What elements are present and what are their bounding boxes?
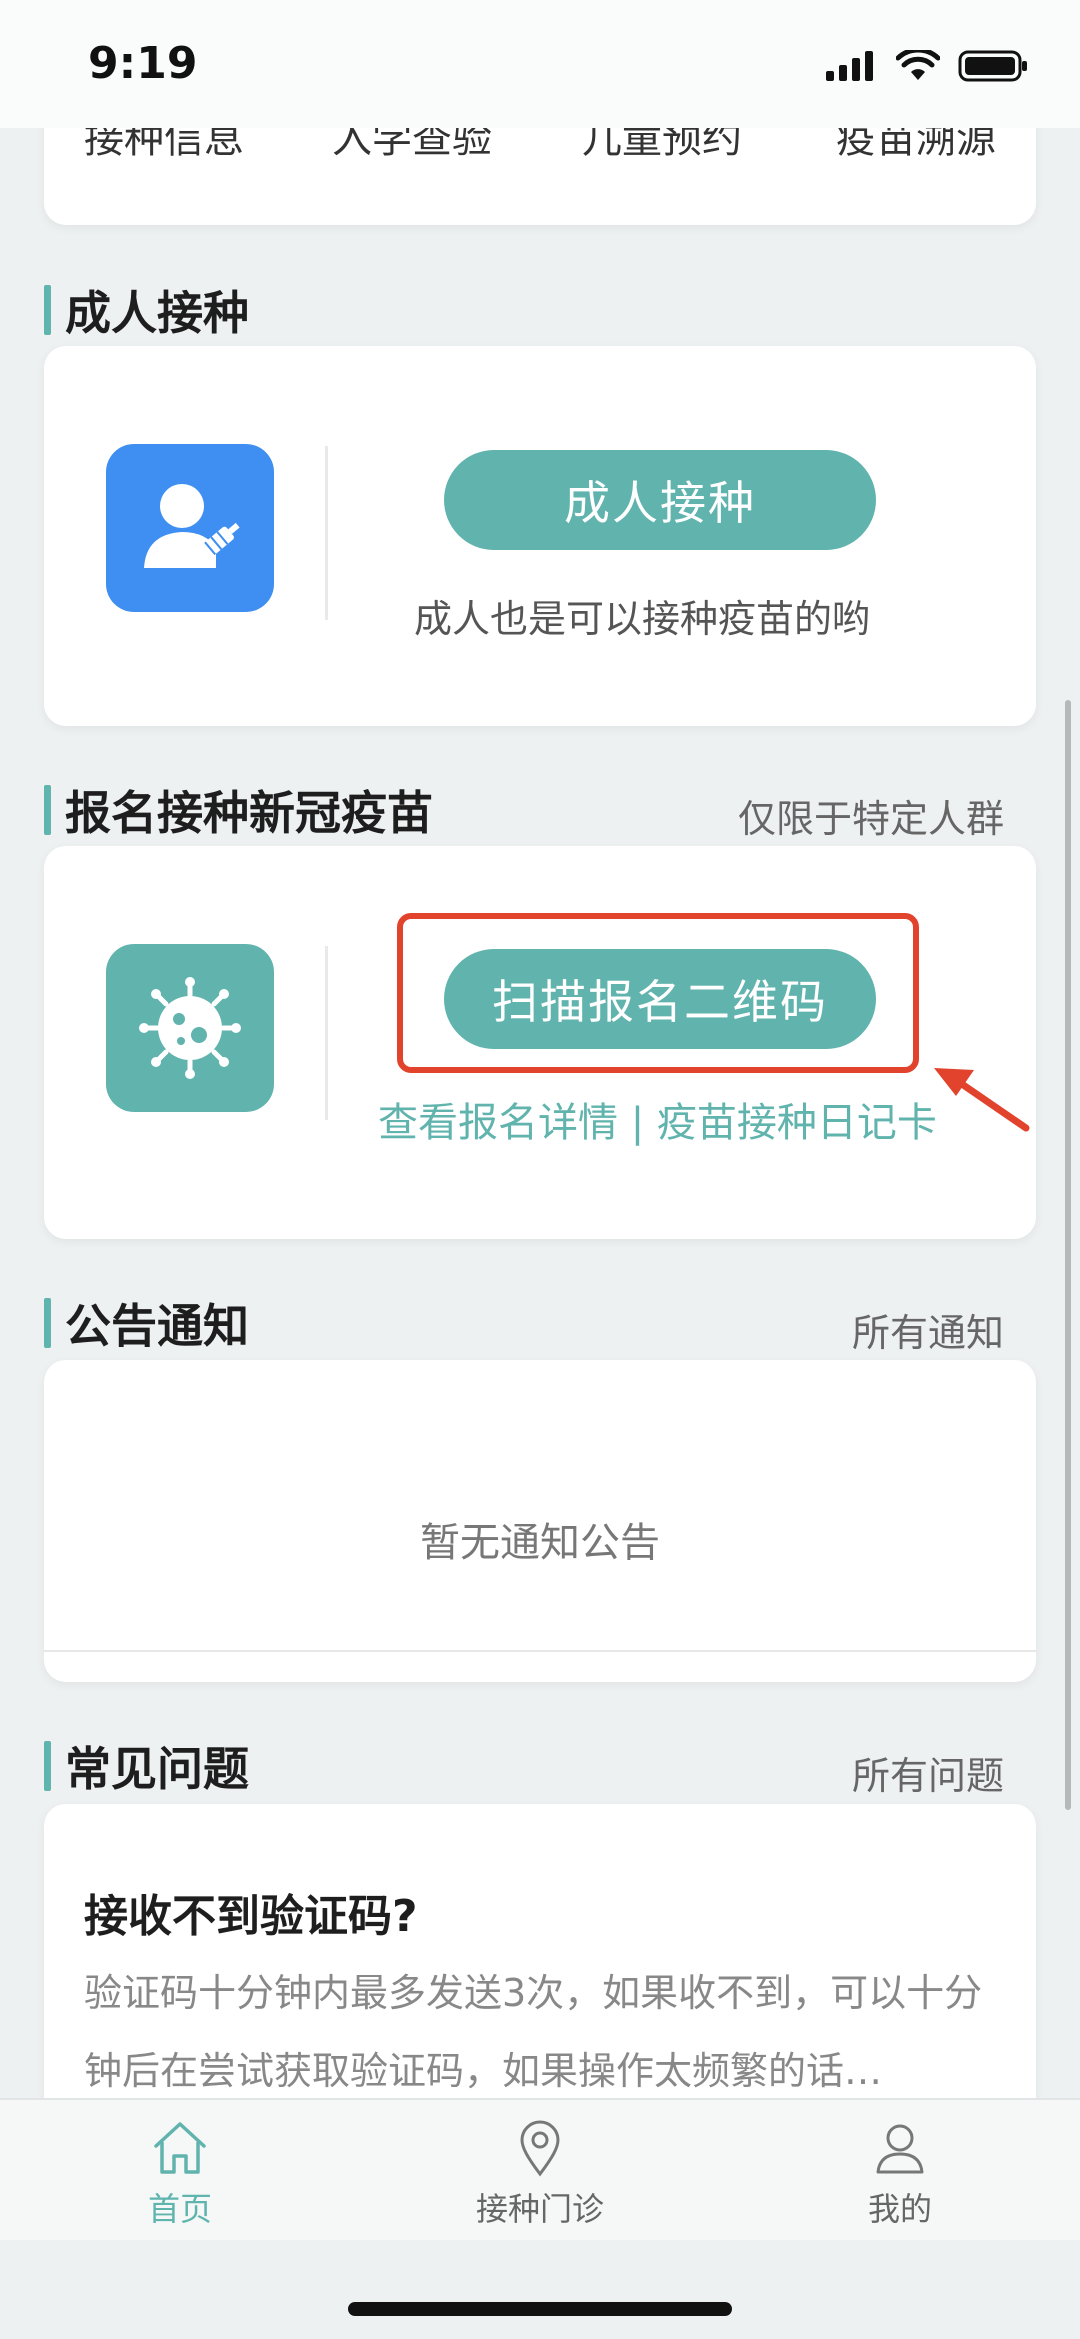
covid-section-link[interactable]: 仅限于特定人群	[738, 788, 1004, 843]
tab-home[interactable]: 首页	[0, 2100, 360, 2240]
all-notices-link[interactable]: 所有通知	[852, 1302, 1004, 1357]
annotation-arrow-icon	[934, 1068, 1030, 1132]
faq-section-title: 常见问题	[44, 1736, 249, 1796]
signal-icon	[826, 51, 873, 81]
tab-clinic-label: 接种门诊	[475, 2190, 604, 2228]
virus-icon	[106, 944, 274, 1112]
wifi-icon	[896, 50, 940, 80]
adult-section-title: 成人接种	[44, 280, 249, 340]
adult-vaccination-button[interactable]: 成人接种	[444, 450, 876, 550]
faq-question[interactable]: 接收不到验证码?	[84, 1880, 418, 1944]
status-bar: 9:19	[0, 0, 1080, 128]
battery-icon	[958, 50, 1027, 82]
section-accent-bar	[44, 285, 51, 335]
section-accent-bar	[44, 1741, 51, 1791]
notice-section-title: 公告通知	[44, 1293, 249, 1353]
status-icons	[826, 50, 1028, 82]
status-time: 9:19	[88, 38, 198, 89]
tab-clinic[interactable]: 接种门诊	[360, 2100, 720, 2240]
covid-section-title: 报名接种新冠疫苗	[44, 780, 433, 840]
bottom-tab-bar: 首页 接种门诊 我的	[0, 2098, 1080, 2240]
location-pin-icon	[520, 2120, 560, 2177]
notice-card: 暂无通知公告	[44, 1360, 1036, 1682]
covid-links[interactable]: 查看报名详情 | 疫苗接种日记卡	[378, 1090, 937, 1148]
all-questions-link[interactable]: 所有问题	[852, 1745, 1004, 1800]
section-accent-bar	[44, 785, 51, 835]
scroll-indicator[interactable]	[1065, 700, 1071, 1810]
faq-card[interactable]: 接收不到验证码? 验证码十分钟内最多发送3次，如果收不到，可以十分钟后在尝试获取…	[44, 1804, 1036, 2124]
card-divider	[325, 946, 328, 1120]
adult-vaccine-icon	[106, 444, 274, 612]
section-accent-bar	[44, 1298, 51, 1348]
faq-answer: 验证码十分钟内最多发送3次，如果收不到，可以十分钟后在尝试获取验证码，如果操作太…	[84, 1971, 983, 2093]
empty-notice-text: 暂无通知公告	[420, 1520, 660, 1566]
adult-card: 成人接种 成人也是可以接种疫苗的哟	[44, 346, 1036, 726]
card-divider	[325, 446, 328, 620]
home-indicator[interactable]	[348, 2302, 732, 2316]
adult-subtitle: 成人也是可以接种疫苗的哟	[414, 597, 871, 641]
tab-mine-label: 我的	[867, 2190, 932, 2228]
app-screen: 9:19 接种信息 入学查验 儿童预约 疫苗溯源 成人接种 成人接种 成人也是可…	[0, 0, 1080, 2339]
highlight-box	[397, 913, 919, 1073]
home-icon	[154, 2122, 206, 2174]
tab-home-label: 首页	[147, 2190, 212, 2228]
tab-mine[interactable]: 我的	[720, 2100, 1080, 2240]
notice-divider	[44, 1650, 1036, 1652]
person-icon	[876, 2124, 924, 2174]
